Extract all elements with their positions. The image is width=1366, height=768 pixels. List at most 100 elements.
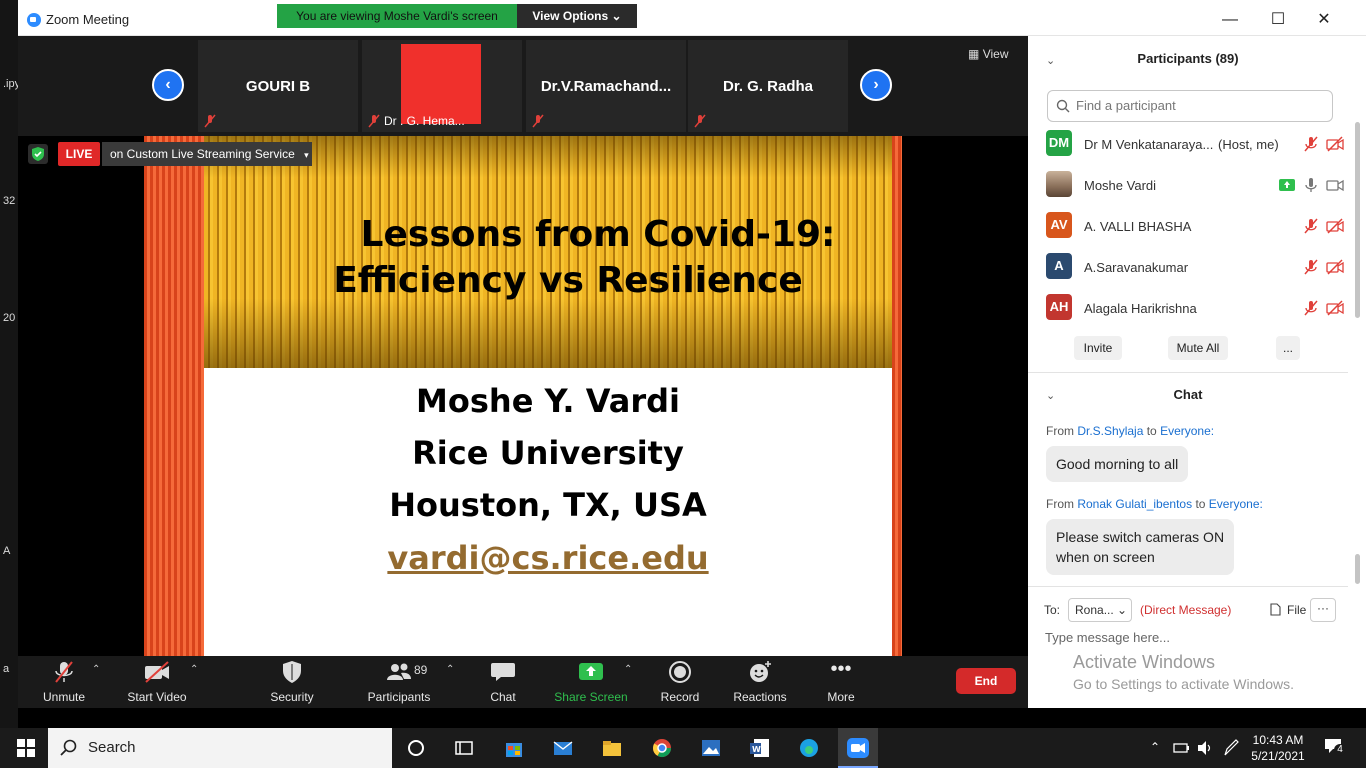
more-label: More bbox=[827, 690, 855, 704]
minimize-button[interactable]: — bbox=[1218, 8, 1242, 32]
to-word: to bbox=[1146, 424, 1157, 438]
chat-message-text: when on screen bbox=[1056, 549, 1155, 565]
recipient-select[interactable]: Rona... ⌄ bbox=[1068, 598, 1132, 622]
reactions-button[interactable]: Reactions bbox=[732, 660, 788, 706]
file-button[interactable]: File bbox=[1270, 603, 1306, 617]
muted-mic-icon bbox=[694, 114, 706, 128]
ellipsis-icon: ••• bbox=[830, 658, 852, 680]
clock-date: 5/21/2021 bbox=[1251, 749, 1305, 763]
photos-icon[interactable] bbox=[699, 737, 723, 759]
chat-message-header: From Ronak Gulati_ibentos to Everyone: bbox=[1046, 497, 1263, 511]
view-button[interactable]: ▦ View bbox=[968, 47, 1008, 61]
task-view-icon[interactable] bbox=[452, 737, 476, 759]
cortana-icon[interactable] bbox=[404, 737, 428, 759]
avatar: AV bbox=[1046, 212, 1072, 238]
shield-icon bbox=[28, 144, 48, 164]
start-video-button[interactable]: Start Video bbox=[122, 660, 192, 706]
next-page-button[interactable]: › bbox=[860, 69, 892, 101]
video-tile[interactable]: GOURI B bbox=[198, 40, 358, 132]
maximize-button[interactable]: ☐ bbox=[1266, 8, 1290, 32]
windows-taskbar: Search W ⌃ 10:43 AM 5/21/2021 4 bbox=[0, 728, 1366, 768]
reactions-label: Reactions bbox=[733, 690, 787, 704]
panel-scrollbar[interactable] bbox=[1348, 36, 1366, 708]
taskbar-search-box[interactable]: Search bbox=[48, 728, 392, 768]
chat-sender[interactable]: Ronak Gulati_ibentos bbox=[1077, 497, 1192, 511]
volume-icon[interactable] bbox=[1196, 737, 1214, 759]
view-label: View bbox=[982, 47, 1009, 61]
scrollbar-thumb[interactable] bbox=[1355, 122, 1360, 318]
participant-role: (Host, me) bbox=[1218, 137, 1279, 152]
participants-options-caret[interactable]: ⌃ bbox=[446, 664, 454, 675]
chevron-up-icon[interactable]: ⌃ bbox=[1150, 740, 1160, 754]
chrome-icon[interactable] bbox=[650, 737, 674, 759]
video-off-icon bbox=[145, 661, 169, 683]
share-screen-icon bbox=[1279, 179, 1295, 191]
participant-row[interactable]: DM Dr M Venkatanaraya... (Host, me) bbox=[1046, 126, 1346, 164]
scrollbar-thumb[interactable] bbox=[1355, 554, 1360, 584]
close-button[interactable]: ✕ bbox=[1312, 8, 1336, 32]
participant-name: Dr M Venkatanaraya... bbox=[1084, 137, 1214, 152]
chat-recipient: Everyone: bbox=[1208, 497, 1263, 511]
to-word: to bbox=[1195, 497, 1206, 511]
word-icon[interactable]: W bbox=[748, 737, 772, 759]
previous-page-button[interactable]: ‹ bbox=[152, 69, 184, 101]
mute-all-button[interactable]: Mute All bbox=[1168, 336, 1228, 360]
zoom-app-icon bbox=[847, 738, 869, 758]
battery-icon[interactable] bbox=[1172, 737, 1190, 759]
view-options-button[interactable]: View Options ⌄ bbox=[517, 4, 637, 28]
notification-center-button[interactable]: 4 bbox=[1324, 738, 1348, 758]
slide-author: Moshe Y. Vardi bbox=[416, 382, 680, 420]
taskbar-clock[interactable]: 10:43 AM 5/21/2021 bbox=[1248, 732, 1308, 764]
video-off-icon bbox=[1326, 218, 1344, 234]
participants-more-button[interactable]: ... bbox=[1276, 336, 1300, 360]
from-prefix: From bbox=[1046, 424, 1074, 438]
share-screen-label: Share Screen bbox=[554, 690, 628, 704]
slide-title: Efficiency vs Resilience bbox=[333, 260, 803, 301]
share-options-caret[interactable]: ⌃ bbox=[624, 664, 632, 675]
file-explorer-icon[interactable] bbox=[600, 737, 624, 759]
store-icon[interactable] bbox=[502, 737, 526, 759]
file-label: File bbox=[1287, 603, 1307, 617]
window-titlebar: Zoom Meeting — ☐ ✕ bbox=[18, 0, 1366, 36]
chat-message-input[interactable]: Type message here... bbox=[1045, 630, 1170, 645]
zoom-taskbar-button[interactable] bbox=[838, 728, 878, 768]
chat-label: Chat bbox=[490, 690, 516, 704]
screen-share-banner: You are viewing Moshe Vardi's screen Vie… bbox=[277, 4, 637, 28]
live-service-dropdown[interactable]: on Custom Live Streaming Service ▾ bbox=[102, 142, 312, 166]
participant-row[interactable]: AV A. VALLI BHASHA bbox=[1046, 208, 1346, 246]
chat-sender[interactable]: Dr.S.Shylaja bbox=[1077, 424, 1143, 438]
participant-video bbox=[401, 44, 481, 124]
chat-button[interactable]: Chat bbox=[483, 660, 523, 706]
pen-icon[interactable] bbox=[1222, 737, 1240, 759]
edge-icon[interactable] bbox=[797, 737, 821, 759]
share-screen-button[interactable]: Share Screen bbox=[554, 660, 628, 706]
desktop-text: 32 bbox=[3, 195, 16, 207]
more-button[interactable]: ••• More bbox=[818, 658, 864, 706]
unmute-button[interactable]: Unmute bbox=[36, 660, 92, 706]
video-icon bbox=[1326, 179, 1344, 192]
audio-options-caret[interactable]: ⌃ bbox=[92, 664, 100, 675]
video-tile[interactable]: Dr . G. Hema... bbox=[362, 40, 522, 132]
record-button[interactable]: Record bbox=[658, 660, 702, 706]
participants-panel-title: Participants (89) bbox=[1137, 51, 1239, 66]
participants-icon bbox=[387, 663, 411, 680]
recipient-value: Rona... bbox=[1075, 603, 1114, 617]
security-button[interactable]: Security bbox=[268, 660, 316, 706]
record-icon bbox=[669, 661, 691, 683]
windows-start-icon[interactable] bbox=[14, 737, 38, 759]
participant-row[interactable]: AH Alagala Harikrishna bbox=[1046, 290, 1346, 328]
end-meeting-button[interactable]: End bbox=[956, 668, 1016, 694]
find-participant-input[interactable]: Find a participant bbox=[1047, 90, 1333, 122]
notification-count: 4 bbox=[1334, 744, 1346, 756]
invite-button[interactable]: Invite bbox=[1074, 336, 1122, 360]
video-tile[interactable]: Dr. G. Radha bbox=[688, 40, 848, 132]
meeting-toolbar: Unmute ⌃ Start Video ⌃ Security Particip… bbox=[18, 656, 1028, 708]
mail-icon[interactable] bbox=[551, 737, 575, 759]
video-options-caret[interactable]: ⌃ bbox=[190, 664, 198, 675]
participant-row[interactable]: A A.Saravanakumar bbox=[1046, 249, 1346, 287]
video-tile[interactable]: Dr.V.Ramachand... bbox=[526, 40, 686, 132]
chat-icon bbox=[491, 663, 515, 681]
participant-row[interactable]: Moshe Vardi bbox=[1046, 167, 1346, 205]
desktop-text: 20 bbox=[3, 312, 16, 324]
chat-more-button[interactable]: ··· bbox=[1310, 598, 1336, 622]
